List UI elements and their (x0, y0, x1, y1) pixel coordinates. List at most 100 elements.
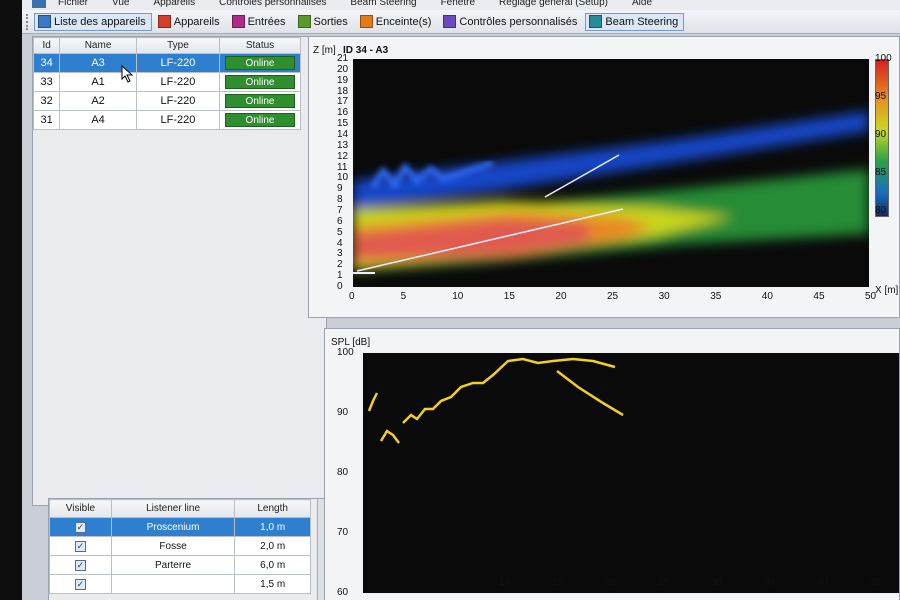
listener-line-name (110, 574, 236, 594)
device-list-button[interactable]: Liste des appareils (34, 12, 152, 31)
heatmap-y-tick: 5 (337, 226, 343, 238)
device-status-cell: Online (219, 72, 301, 92)
table-row[interactable]: 31 A4 LF-220 Online (32, 110, 301, 130)
listener-line-length: 6,0 m (234, 555, 311, 575)
colorbar-tick: 80 (875, 205, 887, 216)
table-row[interactable]: ✓ Proscenium 1,0 m (49, 517, 311, 537)
inputs-label: Entrées (247, 15, 286, 28)
device-type: LF-220 (135, 53, 221, 73)
listener-line-length: 1,0 m (234, 517, 311, 537)
heatmap-title: ID 34 - A3 (343, 45, 389, 56)
spl-x-tick: 10 (499, 577, 511, 588)
menu-setup[interactable]: Réglage général (Setup) (487, 0, 620, 10)
heatmap-y-tick: 0 (337, 281, 343, 292)
device-id: 33 (32, 72, 61, 92)
visible-checkbox[interactable]: ✓ (74, 578, 86, 590)
visible-checkbox[interactable]: ✓ (74, 559, 86, 571)
beam-steering-icon (589, 15, 603, 28)
table-row[interactable]: 34 A3 LF-220 Online (32, 53, 301, 73)
heatmap-y-tick: 17 (337, 96, 349, 108)
menu-devices[interactable]: Appareils (141, 0, 207, 10)
application-window: Fichier Vue Appareils Contrôles personna… (22, 0, 900, 600)
listener-line-name: Proscenium (110, 517, 236, 537)
spl-x-tick: 45 (870, 577, 882, 588)
speakers-button[interactable]: Enceinte(s) (356, 13, 438, 31)
device-id: 32 (32, 91, 61, 111)
column-header-id[interactable]: Id (32, 37, 61, 54)
spl-chart-panel: SPL [dB] 100 90 80 70 60 10 15 20 25 30 35 40 45 (324, 328, 900, 600)
visible-cell: ✓ (49, 517, 112, 537)
column-header-listener-line[interactable]: Listener line (110, 499, 236, 518)
menu-view[interactable]: Vue (100, 0, 141, 10)
heatmap-field (353, 111, 869, 274)
speakers-label: Enceinte(s) (375, 15, 432, 28)
heatmap-y-tick: 21 (337, 53, 349, 64)
colorbar-tick: 100 (875, 53, 892, 64)
column-header-length[interactable]: Length (234, 499, 311, 518)
colorbar-tick: 85 (875, 167, 887, 178)
menu-window[interactable]: Fenêtre (429, 0, 487, 10)
beam-steering-button[interactable]: Beam Steering (585, 12, 685, 31)
spl-curve (379, 429, 400, 444)
inputs-icon (231, 15, 245, 28)
spl-x-tick: 35 (764, 577, 776, 588)
heatmap-y-tick: 3 (337, 248, 343, 260)
table-row[interactable]: 33 A1 LF-220 Online (32, 72, 301, 92)
heatmap-y-axis-label: Z [m] (313, 45, 336, 56)
devices-button[interactable]: Appareils (154, 13, 226, 31)
toolbar: Liste des appareils Appareils Entrées So… (22, 10, 900, 34)
custom-controls-button[interactable]: Contrôles personnalisés (439, 13, 583, 31)
device-status-cell: Online (219, 110, 301, 130)
toolbar-grip[interactable] (26, 13, 30, 30)
table-row[interactable]: ✓ Parterre 6,0 m (49, 555, 311, 575)
table-row[interactable]: ✓ Fosse 2,0 m (49, 536, 311, 556)
spl-y-tick: 80 (337, 467, 349, 478)
devices-label: Appareils (173, 15, 220, 28)
column-header-type[interactable]: Type (135, 37, 221, 54)
visible-checkbox[interactable]: ✓ (74, 521, 86, 533)
heatmap-y-tick: 2 (337, 259, 343, 271)
device-id: 34 (32, 53, 61, 73)
device-list-panel: Id Name Type Status 34 A3 LF-220 Online … (32, 36, 327, 506)
custom-controls-label: Contrôles personnalisés (459, 15, 578, 28)
heatmap-x-tick: 40 (761, 291, 773, 302)
heatmap-x-tick: 35 (710, 291, 722, 302)
heatmap-x-tick: 20 (555, 291, 567, 302)
menu-beam-steering[interactable]: Beam Steering (338, 0, 428, 10)
spl-plot-area[interactable] (363, 353, 899, 593)
column-header-status[interactable]: Status (219, 37, 301, 54)
colorbar-tick: 90 (875, 129, 887, 140)
device-name: A4 (59, 110, 137, 130)
menu-file[interactable]: Fichier (46, 0, 100, 10)
table-row[interactable]: 32 A2 LF-220 Online (32, 91, 301, 111)
listener-line-panel: Visible Listener line Length ✓ Prosceniu… (48, 498, 330, 600)
column-header-name[interactable]: Name (59, 37, 137, 54)
outputs-label: Sorties (313, 15, 348, 28)
app-icon (32, 0, 46, 8)
device-type: LF-220 (135, 72, 221, 92)
heatmap-y-tick: 20 (337, 63, 349, 75)
visible-checkbox[interactable]: ✓ (74, 540, 86, 552)
heatmap-x-tick: 10 (452, 291, 464, 302)
heatmap-y-tick: 18 (337, 85, 349, 97)
listener-line-length: 1,5 m (234, 574, 311, 594)
visible-cell: ✓ (49, 555, 112, 575)
outputs-icon (297, 15, 311, 28)
menu-help[interactable]: Aide (620, 0, 664, 10)
heatmap-y-tick: 14 (337, 129, 349, 140)
status-badge: Online (225, 94, 295, 108)
listener-line-name: Fosse (110, 536, 236, 556)
menu-bar: Fichier Vue Appareils Contrôles personna… (22, 0, 900, 10)
menu-custom-controls[interactable]: Contrôles personnalisés (207, 0, 338, 10)
inputs-button[interactable]: Entrées (228, 13, 292, 31)
outputs-button[interactable]: Sorties (294, 13, 354, 31)
spl-curve (367, 392, 379, 412)
device-type: LF-220 (135, 110, 221, 130)
heatmap-y-tick: 8 (337, 194, 343, 206)
listener-line-name: Parterre (110, 555, 236, 575)
spl-y-tick: 60 (337, 587, 349, 598)
column-header-visible[interactable]: Visible (49, 499, 112, 518)
heatmap-y-tick: 11 (337, 161, 348, 173)
table-row[interactable]: ✓ 1,5 m (49, 574, 311, 594)
heatmap-plot-area[interactable] (353, 59, 869, 287)
